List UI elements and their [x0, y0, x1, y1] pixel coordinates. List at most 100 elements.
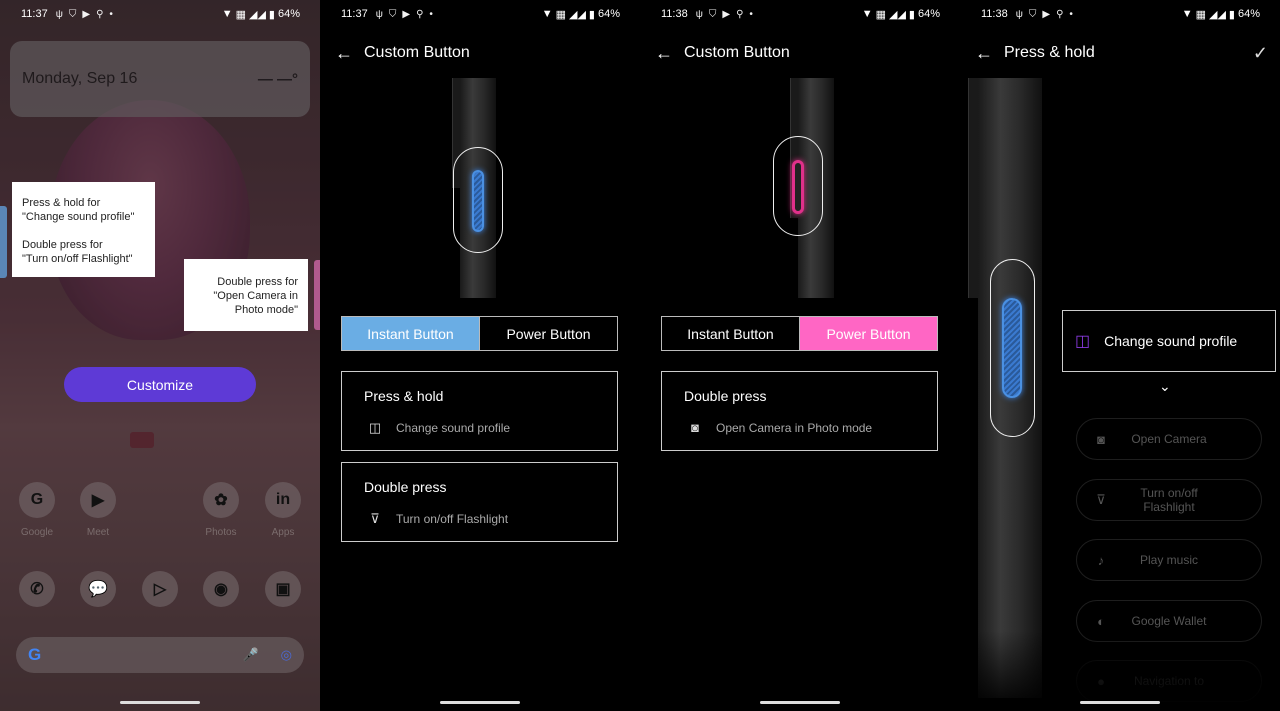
instant-button-glow [1002, 298, 1022, 398]
page-title: Custom Button [684, 44, 790, 61]
battery-percent: 64% [1237, 8, 1260, 20]
youtube-icon: ▶ [722, 8, 731, 20]
app-label: Google [20, 527, 54, 538]
apps-folder-icon: in [265, 482, 301, 518]
battery-icon: ▮ [268, 8, 275, 21]
custom-button-instant-panel: 11:37 ψ ⛉ ▶ ⚲ • ▼ ▦ ◢◢ ▮ 64% ← Custom Bu… [320, 0, 640, 711]
widget-date: Monday, Sep 16 [22, 70, 138, 87]
option-label: Play music [1139, 553, 1198, 567]
back-arrow-icon[interactable]: ← [652, 43, 676, 64]
at-a-glance-widget[interactable]: Monday, Sep 16 — —° [10, 41, 310, 117]
tooltip-line: Press & hold for [22, 197, 101, 209]
tooltip-line: Double press for [217, 276, 298, 288]
gesture-bar[interactable] [760, 701, 840, 704]
flashlight-icon: ⊽ [370, 511, 380, 526]
location-icon: ⚲ [96, 8, 104, 20]
widget-temperature: — —° [257, 70, 298, 88]
custom-button-power-panel: 11:38 ψ ⛉ ▶ ⚲ • ▼ ▦ ◢◢ ▮ 64% ← Custom Bu… [640, 0, 960, 711]
app-folder-google[interactable]: G Google [7, 482, 67, 538]
option-flashlight[interactable]: ⊽ Turn on/off Flashlight [1076, 479, 1262, 521]
tooltip-line: Photo mode" [234, 304, 298, 316]
option-play-music[interactable]: ♪ Play music [1076, 539, 1262, 581]
button-type-tabs: Instant Button Power Button [661, 316, 938, 351]
app-folder-apps[interactable]: in Apps [253, 482, 313, 538]
signal-icon: ◢◢ [1208, 8, 1226, 21]
messages-icon: 💬 [80, 571, 116, 607]
double-press-card[interactable]: Double press ◙ Open Camera in Photo mode [661, 371, 938, 451]
photos-icon: ✿ [203, 482, 239, 518]
gesture-bar[interactable] [1080, 701, 1160, 704]
location-icon: ⚲ [736, 8, 744, 20]
app-label: Photos [205, 527, 237, 538]
confirm-check-icon[interactable]: ✓ [1253, 43, 1268, 64]
page-title: Custom Button [364, 44, 470, 61]
option-label: Open Camera [1131, 432, 1207, 446]
phone-illustration-edge [968, 78, 978, 298]
music-note-icon: ♪ [1097, 552, 1105, 568]
tooltip-line: "Open Camera in [213, 290, 298, 302]
app-meet[interactable]: ▶ Meet [68, 482, 128, 538]
dock-phone[interactable]: ✆ [7, 571, 67, 607]
gesture-bar[interactable] [440, 701, 520, 704]
option-label: Turn on/off Flashlight [1140, 486, 1198, 514]
chrome-icon: ◉ [203, 571, 239, 607]
google-search-bar[interactable]: G 🎤 ◎ [16, 637, 304, 673]
shield-icon: ⛉ [68, 8, 77, 20]
shield-icon: ⛉ [388, 8, 397, 20]
vibrate-icon: ◫ [368, 420, 382, 435]
volte-icon: ▦ [1195, 8, 1206, 21]
tab-instant-button[interactable]: Instant Button [662, 317, 799, 350]
tooltip-line: "Change sound profile" [22, 211, 135, 223]
battery-percent: 64% [917, 8, 940, 20]
status-bar: 11:37 ψ ⛉ ▶ ⚲ • ▼ ▦ ◢◢ ▮ 64% [320, 0, 640, 28]
camera-icon: ◙ [1097, 431, 1105, 447]
mic-icon[interactable]: 🎤 [242, 647, 258, 663]
lens-icon[interactable]: ◎ [281, 647, 292, 663]
tooltip-line: "Turn on/off Flashlight" [22, 253, 133, 265]
power-button-glow [792, 160, 804, 214]
chevron-down-icon[interactable]: ⌄ [1159, 378, 1171, 395]
youtube-icon: ▶ [402, 8, 411, 20]
dock-play-store[interactable]: ▷ [130, 571, 190, 607]
back-arrow-icon[interactable]: ← [972, 43, 996, 64]
status-bar: 11:37 ψ ⛉ ▶ ⚲ • ▼ ▦ ◢◢ ▮ 64% [0, 0, 320, 28]
option-label: Google Wallet [1131, 614, 1207, 628]
power-button-tooltip: Double press for "Open Camera in Photo m… [184, 259, 308, 331]
status-time: 11:37 [341, 8, 368, 20]
customize-button[interactable]: Customize [64, 367, 256, 402]
dock-messages[interactable]: 💬 [68, 571, 128, 607]
instant-button-indicator [0, 206, 7, 278]
usb-icon: ψ [695, 8, 703, 20]
flashlight-icon: ⊽ [1096, 492, 1106, 507]
dock-camera[interactable]: ▣ [253, 571, 313, 607]
tab-power-button[interactable]: Power Button [799, 317, 937, 350]
phone-icon: ✆ [19, 571, 55, 607]
volte-icon: ▦ [235, 8, 246, 21]
youtube-icon: ▶ [1042, 8, 1051, 20]
app-label: Meet [86, 527, 110, 538]
selected-action[interactable]: ◫ Change sound profile [1062, 310, 1276, 372]
status-bar: 11:38 ψ ⛉ ▶ ⚲ • ▼ ▦ ◢◢ ▮ 64% [960, 0, 1280, 28]
app-photos[interactable]: ✿ Photos [191, 482, 251, 538]
battery-icon: ▮ [1228, 8, 1235, 21]
press-hold-card[interactable]: Press & hold ◫ Change sound profile [341, 371, 618, 451]
status-time: 11:38 [981, 8, 1008, 20]
gesture-bar[interactable] [120, 701, 200, 704]
option-open-camera[interactable]: ◙ Open Camera [1076, 418, 1262, 460]
wifi-icon: ▼ [1181, 8, 1193, 20]
tab-power-button[interactable]: Power Button [479, 317, 617, 350]
battery-icon: ▮ [588, 8, 595, 21]
dock-chrome[interactable]: ◉ [191, 571, 251, 607]
card-action: Change sound profile [396, 421, 511, 435]
signal-icon: ◢◢ [888, 8, 906, 21]
camera-icon: ◙ [691, 420, 699, 435]
back-arrow-icon[interactable]: ← [332, 43, 356, 64]
battery-percent: 64% [277, 8, 300, 20]
card-action: Open Camera in Photo mode [716, 420, 873, 435]
page-title: Press & hold [1004, 44, 1095, 61]
double-press-card[interactable]: Double press ⊽ Turn on/off Flashlight [341, 462, 618, 542]
press-hold-picker-panel: 11:38 ψ ⛉ ▶ ⚲ • ▼ ▦ ◢◢ ▮ 64% ← Press & h… [960, 0, 1280, 711]
battery-icon: ▮ [908, 8, 915, 21]
wifi-icon: ▼ [221, 8, 233, 20]
tab-instant-button[interactable]: Instant Button [342, 317, 479, 350]
